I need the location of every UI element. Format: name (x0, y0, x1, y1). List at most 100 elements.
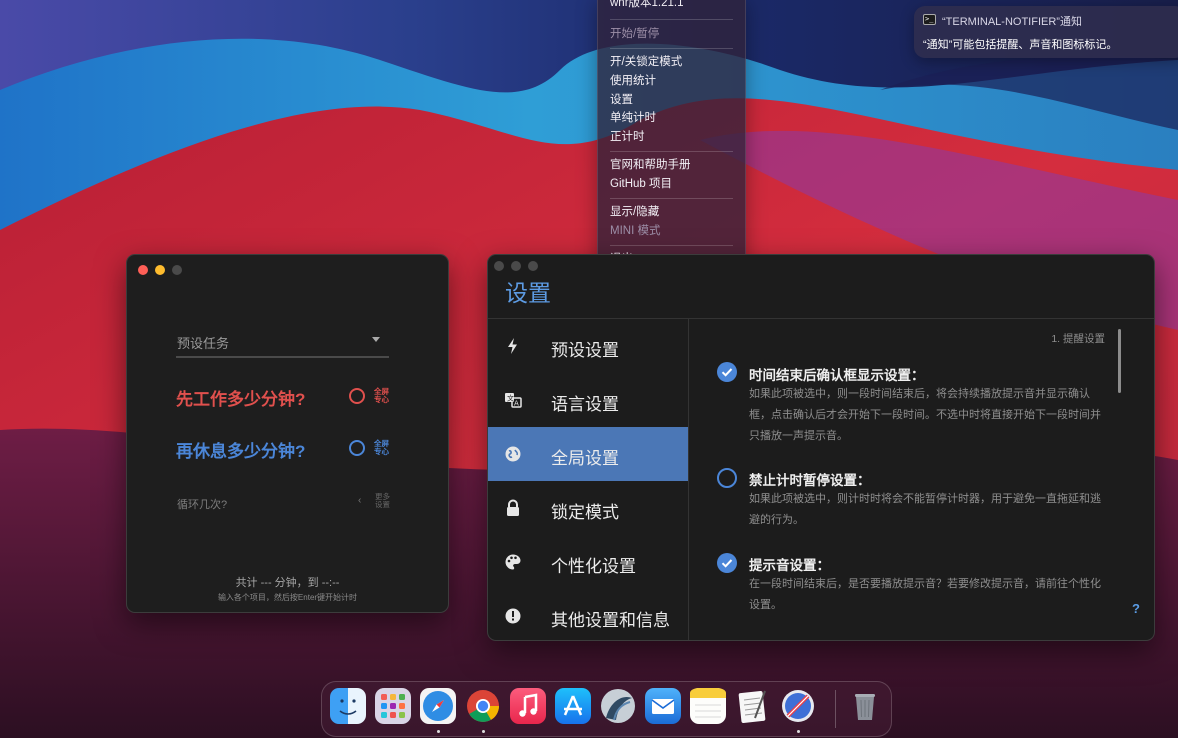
option-title: 提示音设置： (749, 558, 830, 573)
menu-separator (610, 48, 733, 49)
option-description: 如果此项被选中，则一段时间结束后，将会持续播放提示音并显示确认 框，点击确认后才… (749, 384, 1105, 447)
terminal-icon: >_ (923, 14, 936, 25)
disable-pause-checkbox[interactable] (717, 468, 737, 488)
menu-version: wnr版本1.21.1 (610, 0, 684, 9)
notification-title: “TERMINAL-NOTIFIER”通知 (942, 16, 1082, 28)
textedit-icon[interactable] (735, 688, 771, 724)
svg-text:A: A (514, 400, 519, 408)
app-store-icon[interactable] (555, 688, 591, 724)
globe-icon (505, 446, 521, 462)
description-line: 设置。 (749, 599, 782, 611)
rest-fullscreen-toggle[interactable] (349, 440, 365, 456)
sidebar-item-label: 预设设置 (551, 341, 619, 360)
running-indicator (797, 730, 800, 733)
more-settings-link[interactable]: 更多设置 (375, 493, 393, 509)
work-fullscreen-label: 全屏专心 (374, 387, 389, 404)
music-icon[interactable] (510, 688, 546, 724)
scrollbar[interactable] (1118, 329, 1121, 393)
sidebar-item-global[interactable]: 全局设置 (488, 427, 688, 481)
sidebar-item-label: 个性化设置 (551, 557, 636, 576)
menu-separator (610, 151, 733, 152)
sidebar-item-label: 全局设置 (551, 449, 619, 468)
menu-positive-timer[interactable]: 正计时 (610, 129, 645, 145)
description-line: 避的行为。 (749, 514, 804, 526)
menu-mini-mode[interactable]: MINI 模式 (610, 223, 660, 239)
notes-icon[interactable] (690, 688, 726, 724)
lock-icon (507, 499, 519, 516)
chevron-down-icon[interactable] (372, 337, 380, 342)
loop-count-input[interactable]: 循环几次? (177, 496, 227, 512)
dock (321, 681, 892, 737)
page-title: 设置 (505, 280, 551, 306)
minimize-button[interactable] (511, 261, 521, 271)
zoom-button[interactable] (172, 265, 182, 275)
menu-separator (610, 245, 733, 246)
option-title: 禁止计时暂停设置： (749, 473, 871, 488)
rest-fullscreen-label: 全屏专心 (374, 439, 389, 456)
menu-simple-timer[interactable]: 单纯计时 (610, 110, 656, 126)
sidebar-item-presets[interactable]: 预设设置 (488, 319, 688, 373)
breadcrumb: 1. 提醒设置 (1051, 333, 1105, 345)
menu-separator (610, 19, 733, 20)
timer-window: 预设任务 先工作多少分钟? 全屏专心 再休息多少分钟? 全屏专心 循环几次? ‹… (126, 254, 449, 613)
svg-text:文: 文 (507, 394, 514, 403)
notification-body: “通知”可能包括提醒、声音和图标标记。 (923, 39, 1118, 51)
sound-checkbox[interactable] (717, 553, 737, 573)
input-hint: 输入各个项目，然后按Enter键开始计时 (217, 593, 358, 602)
menu-statistics[interactable]: 使用统计 (610, 73, 656, 89)
tray-menu: wnr版本1.21.1 开始/暂停 开/关锁定模式 使用统计 设置 单纯计时 正… (597, 0, 746, 274)
trash-icon[interactable] (847, 688, 883, 724)
description-line: 如果此项被选中，则计时时将会不能暂停计时器，用于避免一直拖延和逃 (749, 493, 1101, 505)
launchpad-icon[interactable] (375, 688, 411, 724)
chevron-left-icon[interactable]: ‹ (358, 495, 361, 506)
running-indicator (482, 730, 485, 733)
settings-window: 设置 预设设置 文A 语言设置 全局设置 锁定模式 个性化设置 其他设置和信息 … (487, 254, 1155, 641)
total-summary: 共计 --- 分钟，到 --:-- (235, 577, 340, 589)
menu-github[interactable]: GitHub 项目 (610, 176, 672, 192)
close-button[interactable] (494, 261, 504, 271)
menu-separator (610, 198, 733, 199)
sidebar-item-other-info[interactable]: 其他设置和信息 (488, 589, 688, 640)
palette-icon (505, 554, 521, 570)
sidebar-item-lock-mode[interactable]: 锁定模式 (488, 481, 688, 535)
option-description: 在一段时间结束后，是否要播放提示音？若要修改提示音，请前往个性化 设置。 (749, 574, 1105, 616)
description-line: 如果此项被选中，则一段时间结束后，将会持续播放提示音并显示确认 (749, 388, 1090, 400)
option-title: 时间结束后确认框显示设置： (749, 368, 925, 383)
confirm-dialog-checkbox[interactable] (717, 362, 737, 382)
description-line: 在一段时间结束后，是否要播放提示音？若要修改提示音，请前往个性化 (749, 578, 1101, 590)
sidebar-item-label: 语言设置 (551, 395, 619, 414)
chrome-icon[interactable] (465, 688, 501, 724)
running-indicator (437, 730, 440, 733)
minimize-button[interactable] (155, 265, 165, 275)
work-minutes-input[interactable]: 先工作多少分钟? (176, 385, 305, 410)
zoom-button[interactable] (528, 261, 538, 271)
menu-start-pause[interactable]: 开始/暂停 (610, 26, 659, 42)
sidebar-item-language[interactable]: 文A 语言设置 (488, 373, 688, 427)
menu-show-hide[interactable]: 显示/隐藏 (610, 204, 659, 220)
close-button[interactable] (138, 265, 148, 275)
translate-icon: 文A (505, 393, 522, 408)
sidebar-item-label: 锁定模式 (551, 503, 619, 522)
finder-icon[interactable] (330, 688, 366, 724)
menu-settings[interactable]: 设置 (610, 92, 633, 108)
menu-lock-mode[interactable]: 开/关锁定模式 (610, 54, 682, 70)
rest-minutes-input[interactable]: 再休息多少分钟? (176, 437, 305, 462)
dock-separator (835, 690, 836, 728)
sidebar-item-personalize[interactable]: 个性化设置 (488, 535, 688, 589)
work-fullscreen-toggle[interactable] (349, 388, 365, 404)
info-icon (505, 608, 521, 624)
preset-select-underline (176, 356, 389, 358)
wnr-icon[interactable] (600, 688, 636, 724)
notification-banner[interactable]: >_ “TERMINAL-NOTIFIER”通知 “通知”可能包括提醒、声音和图… (914, 6, 1178, 58)
checkmark-icon (721, 559, 733, 568)
mail-icon[interactable] (645, 688, 681, 724)
help-button[interactable]: ? (1132, 601, 1140, 616)
checkmark-icon (721, 368, 733, 377)
safari-icon[interactable] (420, 688, 456, 724)
sidebar-item-label: 其他设置和信息 (551, 611, 670, 630)
description-line: 框，点击确认后才会开始下一段时间。不选中时将直接开始下一段时间并 (749, 409, 1101, 421)
settings-content: 1. 提醒设置 时间结束后确认框显示设置： 如果此项被选中，则一段时间结束后，将… (689, 319, 1154, 640)
wnr-browser-icon[interactable] (780, 688, 816, 724)
menu-website-help[interactable]: 官网和帮助手册 (610, 157, 691, 173)
preset-select[interactable]: 预设任务 (177, 333, 229, 352)
